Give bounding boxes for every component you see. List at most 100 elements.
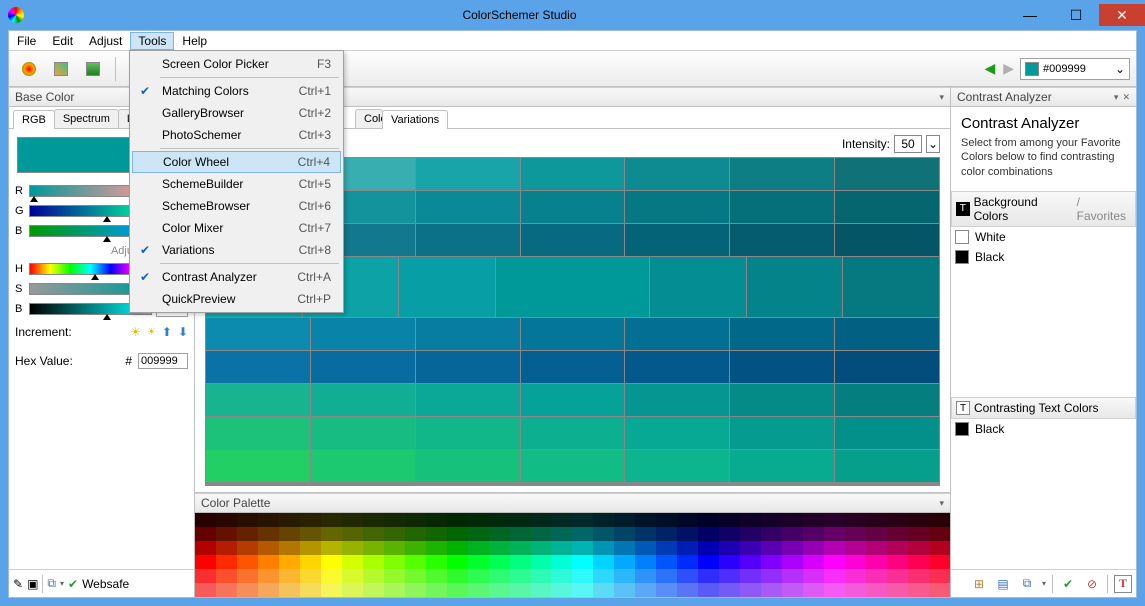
palette-cell[interactable] bbox=[384, 527, 405, 541]
variation-cell[interactable] bbox=[311, 417, 415, 449]
tab-colormixer[interactable]: ColorMixer bbox=[355, 109, 383, 128]
palette-cell[interactable] bbox=[300, 569, 321, 583]
palette-cell[interactable] bbox=[908, 513, 929, 527]
palette-cell[interactable] bbox=[468, 513, 489, 527]
palette-cell[interactable] bbox=[803, 583, 824, 597]
variation-cell[interactable] bbox=[730, 450, 834, 482]
variation-cell[interactable] bbox=[730, 351, 834, 383]
palette-cell[interactable] bbox=[300, 513, 321, 527]
palette-cell[interactable] bbox=[740, 583, 761, 597]
variation-cell[interactable] bbox=[835, 318, 939, 350]
palette-cell[interactable] bbox=[363, 527, 384, 541]
menu-file[interactable]: File bbox=[9, 32, 44, 50]
palette-cell[interactable] bbox=[887, 583, 908, 597]
palette-cell[interactable] bbox=[824, 569, 845, 583]
minimize-button[interactable]: — bbox=[1007, 4, 1053, 26]
palette-cell[interactable] bbox=[405, 583, 426, 597]
palette-cell[interactable] bbox=[426, 555, 447, 569]
palette-cell[interactable] bbox=[405, 569, 426, 583]
palette-cell[interactable] bbox=[593, 527, 614, 541]
palette-cell[interactable] bbox=[908, 569, 929, 583]
hex-input[interactable] bbox=[138, 353, 188, 369]
palette-cell[interactable] bbox=[237, 569, 258, 583]
palette-cell[interactable] bbox=[593, 555, 614, 569]
palette-cell[interactable] bbox=[489, 583, 510, 597]
palette-cell[interactable] bbox=[656, 513, 677, 527]
variation-cell[interactable] bbox=[416, 191, 520, 223]
variation-cell[interactable] bbox=[625, 351, 729, 383]
palette-cell[interactable] bbox=[216, 555, 237, 569]
variation-cell[interactable] bbox=[730, 318, 834, 350]
palette-cell[interactable] bbox=[426, 583, 447, 597]
palette-cell[interactable] bbox=[887, 541, 908, 555]
palette-cell[interactable] bbox=[929, 527, 950, 541]
copy-contrast-icon[interactable]: ⧉ bbox=[1018, 575, 1036, 593]
palette-cell[interactable] bbox=[698, 541, 719, 555]
variation-cell[interactable] bbox=[521, 384, 625, 416]
palette-cell[interactable] bbox=[468, 569, 489, 583]
palette-cell[interactable] bbox=[572, 541, 593, 555]
maximize-button[interactable]: ☐ bbox=[1053, 4, 1099, 26]
menu-item-screen-color-picker[interactable]: Screen Color PickerF3 bbox=[132, 53, 341, 75]
palette-cell[interactable] bbox=[593, 541, 614, 555]
palette-cell[interactable] bbox=[426, 527, 447, 541]
palette-cell[interactable] bbox=[635, 541, 656, 555]
palette-cell[interactable] bbox=[803, 555, 824, 569]
palette-cell[interactable] bbox=[719, 527, 740, 541]
variation-cell[interactable] bbox=[496, 257, 649, 317]
palette-cell[interactable] bbox=[551, 513, 572, 527]
palette-cell[interactable] bbox=[258, 555, 279, 569]
palette-cell[interactable] bbox=[531, 555, 552, 569]
variation-cell[interactable] bbox=[416, 224, 520, 256]
palette-cell[interactable] bbox=[572, 513, 593, 527]
variation-cell[interactable] bbox=[730, 384, 834, 416]
history-forward-button[interactable]: ▶ bbox=[1001, 60, 1016, 77]
palette-cell[interactable] bbox=[468, 541, 489, 555]
palette-cell[interactable] bbox=[405, 555, 426, 569]
menu-item-quickpreview[interactable]: QuickPreviewCtrl+P bbox=[132, 288, 341, 310]
palette-cell[interactable] bbox=[531, 527, 552, 541]
palette-cell[interactable] bbox=[614, 569, 635, 583]
palette-cell[interactable] bbox=[635, 569, 656, 583]
menu-item-contrast-analyzer[interactable]: ✔Contrast AnalyzerCtrl+A bbox=[132, 266, 341, 288]
palette-cell[interactable] bbox=[216, 583, 237, 597]
variation-cell[interactable] bbox=[206, 417, 310, 449]
palette-cell[interactable] bbox=[321, 527, 342, 541]
palette-cell[interactable] bbox=[489, 555, 510, 569]
palette-cell[interactable] bbox=[321, 513, 342, 527]
palette-cell[interactable] bbox=[593, 513, 614, 527]
palette-cell[interactable] bbox=[803, 513, 824, 527]
variation-cell[interactable] bbox=[747, 257, 843, 317]
palette-cell[interactable] bbox=[803, 541, 824, 555]
increment-up-icon[interactable]: ⬆ bbox=[162, 325, 172, 339]
palette-cell[interactable] bbox=[426, 569, 447, 583]
palette-cell[interactable] bbox=[405, 513, 426, 527]
palette-cell[interactable] bbox=[531, 583, 552, 597]
menu-tools[interactable]: Tools bbox=[130, 32, 174, 50]
palette-cell[interactable] bbox=[908, 555, 929, 569]
palette-cell[interactable] bbox=[216, 513, 237, 527]
palette-cell[interactable] bbox=[845, 555, 866, 569]
palette-cell[interactable] bbox=[698, 569, 719, 583]
palette-cell[interactable] bbox=[279, 513, 300, 527]
palette-cell[interactable] bbox=[489, 513, 510, 527]
tab-spectrum[interactable]: Spectrum bbox=[54, 109, 119, 128]
palette-cell[interactable] bbox=[845, 527, 866, 541]
palette-cell[interactable] bbox=[845, 583, 866, 597]
palette-cell[interactable] bbox=[614, 583, 635, 597]
palette-cell[interactable] bbox=[510, 513, 531, 527]
variation-cell[interactable] bbox=[416, 351, 520, 383]
palette-cell[interactable] bbox=[656, 569, 677, 583]
palette-cell[interactable] bbox=[677, 555, 698, 569]
palette-cell[interactable] bbox=[656, 555, 677, 569]
menu-adjust[interactable]: Adjust bbox=[81, 32, 130, 50]
swap-colors-icon[interactable]: ▣ bbox=[27, 577, 38, 591]
palette-cell[interactable] bbox=[929, 513, 950, 527]
palette-cell[interactable] bbox=[719, 513, 740, 527]
variation-cell[interactable] bbox=[311, 450, 415, 482]
variation-cell[interactable] bbox=[730, 158, 834, 190]
palette-cell[interactable] bbox=[656, 527, 677, 541]
palette-cell[interactable] bbox=[803, 569, 824, 583]
palette-cell[interactable] bbox=[887, 569, 908, 583]
bg-color-item[interactable]: Black bbox=[951, 247, 1136, 267]
